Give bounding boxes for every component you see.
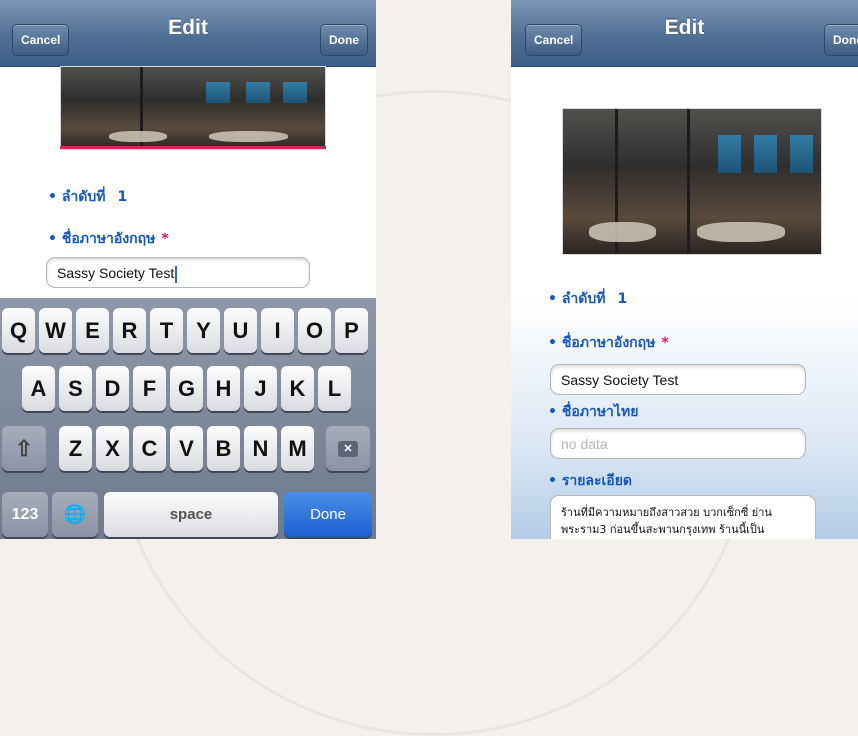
order-label: ลำดับที่ [61,189,106,205]
name-en-label: ชื่อภาษาอังกฤษ [61,231,156,247]
done-button[interactable]: Done [320,24,368,56]
name-en-input[interactable]: Sassy Society Test [46,257,310,288]
name-en-field: • ชื่อภาษาอังกฤษ * [548,335,669,351]
name-en-label: ชื่อภาษาอังกฤษ [561,335,656,351]
detail-textarea[interactable]: ร้านที่มีความหมายถึงสาวสวย บวกเซ็กซี่ ย่… [550,495,816,539]
delete-key[interactable]: ✕ [326,426,370,471]
photo-table [108,130,167,143]
photo-table [697,222,785,243]
key-m[interactable]: M [281,426,314,471]
photo-window [206,81,230,104]
key-b[interactable]: B [207,426,240,471]
key-z[interactable]: Z [59,426,92,471]
place-photo [60,66,326,150]
photo-table [588,222,656,243]
key-k[interactable]: K [281,366,314,411]
globe-icon[interactable]: 🌐 [52,492,98,537]
key-f[interactable]: F [133,366,166,411]
key-n[interactable]: N [244,426,277,471]
name-en-input-value: Sassy Society Test [57,265,175,281]
photo-table [208,130,289,143]
keyboard-done-key[interactable]: Done [284,492,372,537]
photo-window [245,81,270,104]
key-l[interactable]: L [318,366,351,411]
key-c[interactable]: C [133,426,166,471]
order-label: ลำดับที่ [561,291,606,307]
onscreen-keyboard: Q W E R T Y U I O P A S D F G H J K L ⇧ … [0,298,376,539]
photo-beam [686,109,690,254]
photo-window [717,135,742,173]
name-th-label: ชื่อภาษาไทย [561,404,639,420]
required-mark: * [661,335,669,351]
order-field: • ลำดับที่ 1 [548,291,628,307]
detail-label: รายละเอียด [561,473,632,489]
text-caret [175,265,178,283]
order-value: 1 [617,291,628,307]
delete-icon: ✕ [338,440,358,457]
done-button[interactable]: Done [824,24,858,56]
photo-window [282,81,307,104]
key-e[interactable]: E [76,308,109,353]
space-key[interactable]: space [104,492,278,537]
right-screen: Cancel Edit Done • ลำดับที่1 • ชื่อภาษาอ… [511,0,858,539]
detail-field: • รายละเอียด [548,473,632,489]
key-p[interactable]: P [335,308,368,353]
order-field: • ลำดับที่ 1 [48,189,128,205]
numbers-key[interactable]: 123 [2,492,48,537]
photo-window [753,135,778,173]
left-screen: Cancel Edit Done • ลำดับที่ 1 • ชื่อภาษาอ… [0,0,376,539]
key-i[interactable]: I [261,308,294,353]
key-h[interactable]: H [207,366,240,411]
order-value: 1 [117,189,128,205]
key-x[interactable]: X [96,426,129,471]
key-a[interactable]: A [22,366,55,411]
name-en-field: • ชื่อภาษาอังกฤษ * [48,231,169,247]
key-w[interactable]: W [39,308,72,353]
key-t[interactable]: T [150,308,183,353]
key-d[interactable]: D [96,366,129,411]
key-u[interactable]: U [224,308,257,353]
key-j[interactable]: J [244,366,277,411]
key-o[interactable]: O [298,308,331,353]
navigation-bar: Cancel Edit Done [511,0,858,67]
key-v[interactable]: V [170,426,203,471]
required-mark: * [161,231,169,247]
key-q[interactable]: Q [2,308,35,353]
page-title: Edit [664,16,705,39]
key-r[interactable]: R [113,308,146,353]
key-g[interactable]: G [170,366,203,411]
name-th-input[interactable]: no data [550,428,806,459]
key-y[interactable]: Y [187,308,220,353]
navigation-bar: Cancel Edit Done [0,0,376,67]
photo-underline [60,146,326,149]
photo-window [790,135,814,173]
place-photo [562,108,822,255]
name-en-input[interactable]: Sassy Society Test [550,364,806,395]
name-th-field: • ชื่อภาษาไทย [548,404,639,420]
shift-key[interactable]: ⇧ [2,426,46,471]
key-s[interactable]: S [59,366,92,411]
